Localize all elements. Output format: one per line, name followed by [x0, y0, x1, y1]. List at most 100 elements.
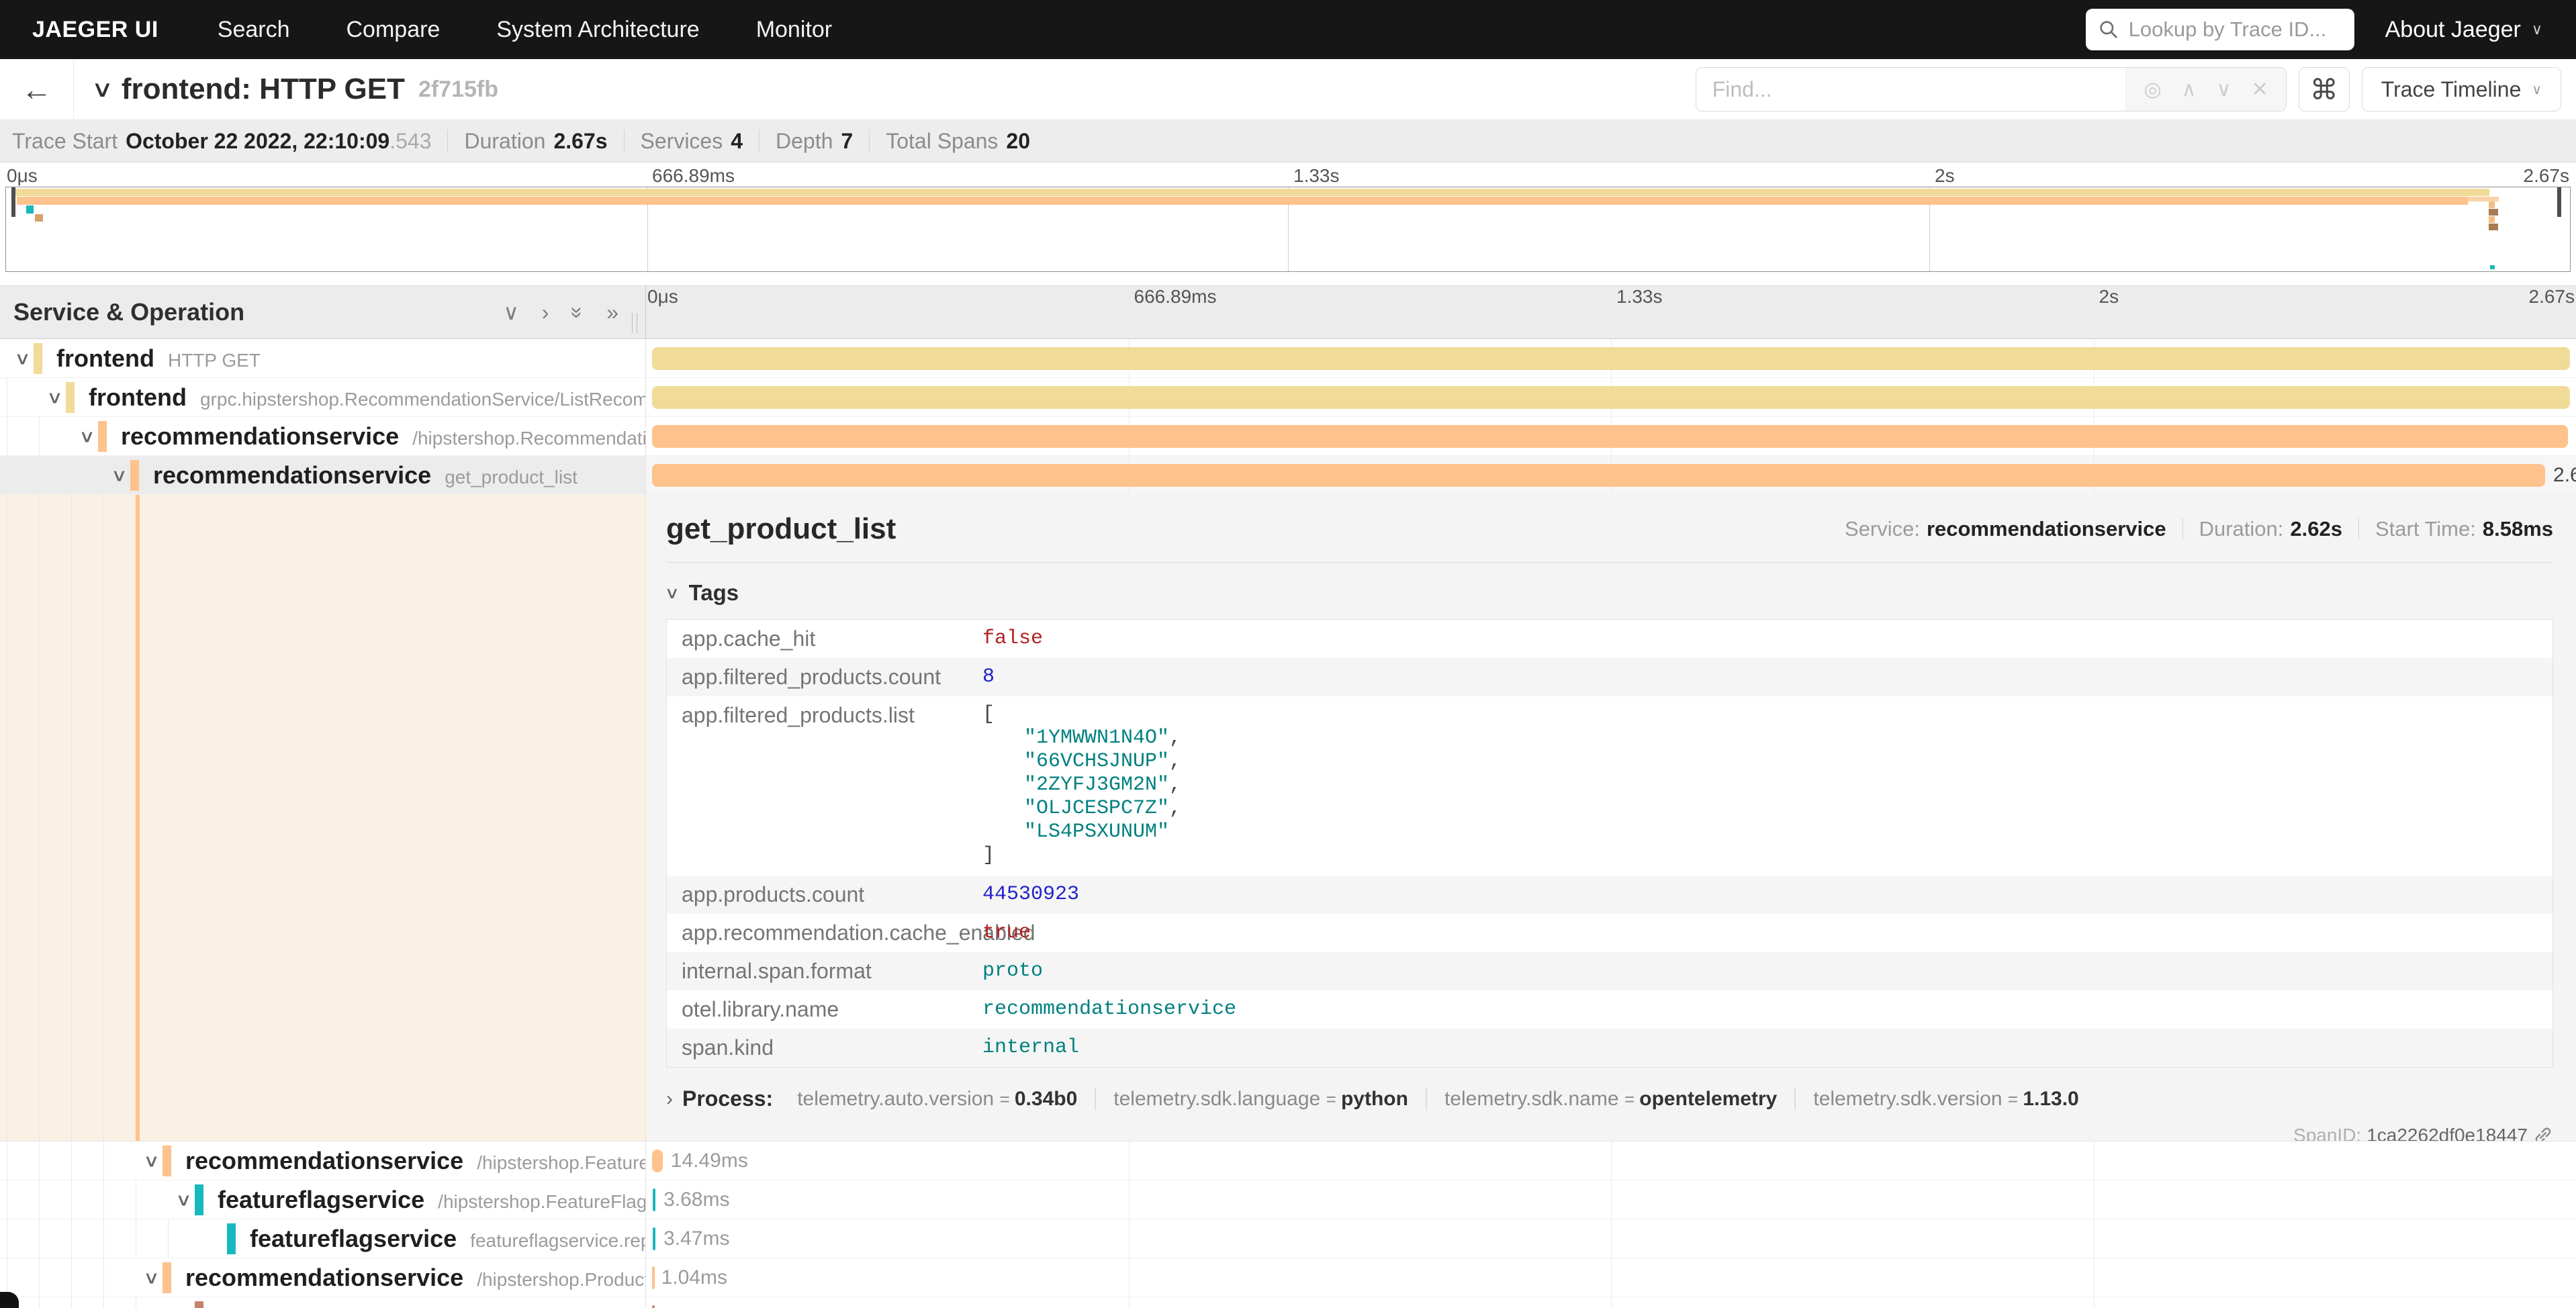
service-color-bar [66, 382, 75, 413]
span-name-cell[interactable]: ∨ featureflagservice featureflagservice.… [0, 1219, 646, 1258]
trace-title: frontend: HTTP GET [122, 73, 405, 106]
tag-key: span.kind [667, 1035, 982, 1060]
duration-label: Duration [464, 129, 545, 154]
find-box[interactable]: ◎ ∧ ∨ ✕ [1696, 67, 2287, 111]
minimap-canvas[interactable] [5, 187, 2571, 272]
top-nav: JAEGER UI SearchCompareSystem Architectu… [0, 0, 2576, 59]
minimap-span-bar [2489, 224, 2498, 230]
span-timeline-cell[interactable] [646, 339, 2576, 377]
span-row[interactable]: ∨ frontend HTTP GET [0, 339, 2576, 378]
span-detail-row: get_product_list Service:recommendations… [0, 495, 2576, 1141]
span-name-cell[interactable]: ∨ featureflagservice /hipstershop.Featur… [0, 1180, 646, 1219]
collapse-one-icon[interactable]: ∨ [503, 299, 518, 325]
process-tag: telemetry.sdk.name = opentelemetry [1426, 1088, 1794, 1111]
span-timeline-cell[interactable] [646, 1297, 2576, 1308]
keyboard-shortcuts-button[interactable]: ⌘ [2299, 67, 2350, 111]
span-duration-bar[interactable] [652, 464, 2545, 487]
span-timeline-cell[interactable]: 14.49ms [646, 1141, 2576, 1180]
minimap-drag-handle[interactable] [11, 187, 15, 217]
back-button[interactable]: ← [0, 59, 74, 120]
span-row[interactable]: ∨ recommendationservice get_product_list… [0, 456, 2576, 495]
span-detail-indent [0, 495, 646, 1141]
span-duration-text: 1.04ms [661, 1266, 727, 1289]
chevron-down-icon[interactable]: ∨ [143, 1150, 160, 1171]
tag-value: ["1YMWWN1N4O","66VCHSJNUP","2ZYFJ3GM2N",… [982, 703, 1181, 868]
trace-title-bar: ← ∨ frontend: HTTP GET 2f715fb ◎ ∧ ∨ ✕ ⌘… [0, 59, 2576, 120]
span-operation-name: /hipstershop.RecommendationService/Lis..… [412, 428, 646, 449]
prev-match-icon[interactable]: ∧ [2182, 78, 2197, 101]
focus-match-icon[interactable]: ◎ [2144, 78, 2161, 101]
trace-id-lookup-input[interactable] [2129, 17, 2330, 42]
span-row[interactable]: ∨ featureflagservice featureflagservice.… [0, 1219, 2576, 1258]
trace-view-selector[interactable]: Trace Timeline ∨ [2362, 67, 2561, 111]
span-name-cell[interactable]: ∨ recommendationservice /hipstershop.Pro… [0, 1258, 646, 1297]
span-timeline-cell[interactable]: 3.68ms [646, 1180, 2576, 1219]
tags-section-toggle[interactable]: ∨ Tags [666, 580, 2553, 606]
span-duration-bar[interactable] [652, 1266, 655, 1289]
span-duration-bar[interactable] [652, 347, 2571, 370]
span-id-row: SpanID: 1ca2262df0e18447 [666, 1125, 2553, 1141]
about-jaeger-menu[interactable]: About Jaeger ∨ [2385, 17, 2542, 43]
chevron-down-icon[interactable]: ∨ [175, 1189, 192, 1210]
span-timeline-cell[interactable]: 1.04ms [646, 1258, 2576, 1297]
tag-key: app.recommendation.cache_enabled [667, 921, 982, 945]
span-timeline-cell[interactable]: 2.62s [646, 456, 2576, 494]
span-timeline-cell[interactable] [646, 417, 2576, 455]
span-name-cell[interactable]: ∨ frontend grpc.hipstershop.Recommendati… [0, 378, 646, 416]
span-row[interactable]: ∨ recommendationservice /hipstershop.Rec… [0, 417, 2576, 456]
nav-item-compare[interactable]: Compare [318, 17, 469, 43]
expand-one-icon[interactable]: › [542, 300, 549, 325]
time-tick-label: 0μs [647, 286, 678, 308]
span-row[interactable]: ∨ frontend grpc.hipstershop.Recommendati… [0, 378, 2576, 417]
nav-item-monitor[interactable]: Monitor [728, 17, 860, 43]
chevron-down-icon[interactable]: ∨ [79, 426, 95, 447]
span-row[interactable]: ∨ [0, 1297, 2576, 1308]
chevron-down-icon[interactable]: ∨ [46, 387, 63, 408]
span-name-cell[interactable]: ∨ [0, 1297, 646, 1308]
span-name-cell[interactable]: ∨ frontend HTTP GET [0, 339, 646, 377]
app-brand[interactable]: JAEGER UI [0, 17, 189, 43]
span-name-cell[interactable]: ∨ recommendationservice /hipstershop.Rec… [0, 417, 646, 455]
service-color-bar [163, 1146, 171, 1176]
tag-row: app.recommendation.cache_enabledtrue [667, 914, 2552, 952]
service-color-bar [163, 1262, 171, 1293]
link-icon[interactable] [2533, 1125, 2553, 1141]
span-timeline-cell[interactable]: 3.47ms [646, 1219, 2576, 1258]
next-match-icon[interactable]: ∨ [2217, 78, 2232, 101]
chevron-down-icon[interactable]: ∨ [14, 348, 31, 369]
trace-id-lookup[interactable] [2086, 9, 2354, 50]
tag-key: otel.library.name [667, 997, 982, 1022]
span-timeline-cell[interactable] [646, 378, 2576, 416]
span-row[interactable]: ∨ recommendationservice /hipstershop.Pro… [0, 1258, 2576, 1297]
clear-find-icon[interactable]: ✕ [2252, 78, 2268, 101]
span-duration-bar[interactable] [652, 1305, 655, 1308]
span-duration-bar[interactable] [652, 386, 2571, 409]
duration-value: 2.67s [553, 129, 607, 154]
span-duration-bar[interactable] [653, 1188, 655, 1211]
span-id-value: 1ca2262df0e18447 [2366, 1125, 2528, 1141]
span-operation-name: /hipstershop.FeatureFlagService/Ge... [438, 1191, 646, 1213]
process-section-toggle[interactable]: › Process: telemetry.auto.version = 0.34… [666, 1086, 2553, 1111]
span-row[interactable]: ∨ recommendationservice /hipstershop.Fea… [0, 1141, 2576, 1180]
nav-item-system-architecture[interactable]: System Architecture [468, 17, 727, 43]
chevron-down-icon[interactable]: ∨ [111, 465, 128, 485]
span-name-cell[interactable]: ∨ recommendationservice get_product_list [0, 456, 646, 494]
chevron-right-icon: › [666, 1088, 673, 1111]
tag-key: internal.span.format [667, 959, 982, 984]
span-duration-bar[interactable] [652, 425, 2569, 448]
span-operation-name: get_product_list [445, 467, 578, 488]
span-duration-bar[interactable] [653, 1227, 655, 1250]
tag-row: internal.span.formatproto [667, 952, 2552, 990]
span-duration-bar[interactable] [652, 1150, 663, 1172]
chevron-down-icon[interactable]: ∨ [143, 1267, 160, 1288]
column-resizer-handle[interactable] [632, 313, 637, 333]
span-name-cell[interactable]: ∨ recommendationservice /hipstershop.Fea… [0, 1141, 646, 1180]
span-service-name: frontend [89, 383, 187, 412]
collapse-all-icon[interactable]: » [565, 306, 590, 318]
nav-item-search[interactable]: Search [189, 17, 318, 43]
span-row[interactable]: ∨ featureflagservice /hipstershop.Featur… [0, 1180, 2576, 1219]
find-input[interactable] [1696, 68, 2126, 111]
minimap-drag-handle[interactable] [2557, 187, 2561, 217]
expand-all-icon[interactable]: » [606, 300, 618, 325]
collapse-trace-chevron-icon[interactable]: ∨ [91, 76, 114, 103]
